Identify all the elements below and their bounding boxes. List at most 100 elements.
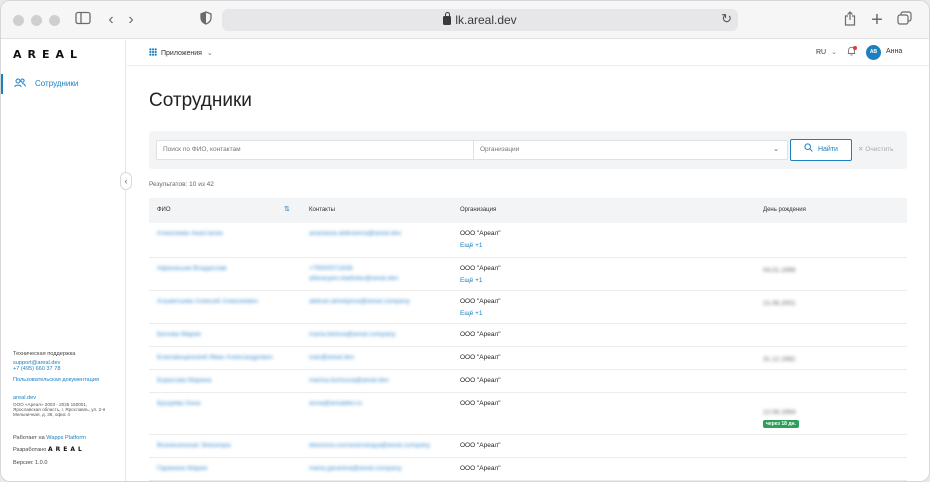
contact-link[interactable]: anna@arealdev.ru <box>309 400 362 408</box>
organization-name: ООО "Ареал" <box>460 377 501 384</box>
zoom-window-button[interactable] <box>49 15 60 26</box>
contact-link[interactable]: +79000071638 <box>309 265 353 273</box>
employee-name-link[interactable]: Алексеева Анастасия <box>157 230 223 238</box>
page-title: Сотрудники <box>149 90 252 111</box>
contact-link[interactable]: marina.borisova@areal.dev <box>309 377 389 385</box>
forward-icon[interactable]: › <box>125 11 137 29</box>
employee-name-link[interactable]: Благовещенский Иван Александрович <box>157 354 273 362</box>
find-button-label: Найти <box>817 146 838 153</box>
employee-name-link[interactable]: Афанасьев Владислав <box>157 265 226 273</box>
table-row[interactable]: Альметьева Алексей Алексеевич aleksei.alm… <box>149 291 907 324</box>
wapps-platform-link[interactable]: Wapps Platform <box>46 435 86 441</box>
back-icon[interactable]: ‹ <box>105 11 117 29</box>
contact-link[interactable]: ivan@areal.dev <box>309 354 354 362</box>
employee-name-link[interactable]: Гаранина Мария <box>157 465 207 473</box>
employee-name-link[interactable]: Белова Мария <box>157 331 201 339</box>
table-header: ФИО ⇅ Контакты Организация День рождения <box>149 198 907 223</box>
avatar[interactable]: АВ <box>866 45 881 60</box>
sidebar-item-employees[interactable]: Сотрудники <box>1 74 126 94</box>
contact-link[interactable]: afanasyev.vladislav@areal.dev <box>309 275 398 283</box>
language-selector[interactable]: RU ⌄ <box>816 48 837 56</box>
contact-link[interactable]: anastasia.alekseeva@areal.dev <box>309 230 401 238</box>
show-more-link[interactable]: Ещё +1 <box>460 310 483 318</box>
show-more-link[interactable]: Ещё +1 <box>460 277 483 285</box>
column-header-contacts: Контакты <box>309 207 335 213</box>
birthday-date: 21.06.2001 <box>763 300 796 307</box>
apps-menu-button[interactable]: Приложения ⌄ <box>149 48 213 57</box>
find-button[interactable]: Найти <box>790 139 852 161</box>
site-link[interactable]: areal.dev <box>13 395 36 401</box>
show-more-link[interactable]: Ещё +1 <box>460 242 483 250</box>
chevron-down-icon: ⌄ <box>206 50 213 57</box>
user-docs-link[interactable]: Пользовательская документация <box>13 377 99 383</box>
sidebar: AREAL Сотрудники Техническая поддержка s… <box>1 40 126 481</box>
clear-button[interactable]: ✕ Очистить <box>858 145 894 153</box>
language-label: RU <box>816 49 827 56</box>
table-row[interactable]: Бушуева Анна anna@arealdev.ru ООО "Ареал" 1… <box>149 393 907 435</box>
sidebar-collapse-button[interactable]: ‹ <box>120 172 132 190</box>
user-name[interactable]: Анна <box>886 48 902 55</box>
powered-by: Работает на Wapps Platform <box>13 435 86 441</box>
birthday-date: 04.01.1999 <box>763 267 796 274</box>
developed-by-label: Разработано <box>13 447 47 453</box>
tab-overview-icon[interactable] <box>896 11 912 29</box>
organization-placeholder: Организации <box>480 146 520 153</box>
birthday-date: 12.06.1994 <box>763 409 796 416</box>
version-text: Версия: 1.0.0 <box>13 460 48 466</box>
apps-menu-label: Приложения <box>161 50 202 57</box>
clear-button-label: Очистить <box>865 146 894 153</box>
sort-icon[interactable]: ⇅ <box>284 205 290 213</box>
search-input[interactable]: Поиск по ФИО, контактам <box>156 140 474 160</box>
main-content: Приложения ⌄ RU ⌄ АВ Анна Сотрудники Пои… <box>127 40 929 481</box>
notifications-bell-icon[interactable] <box>847 46 857 58</box>
table-row[interactable]: Борисова Марина marina.borisova@areal.dev… <box>149 370 907 393</box>
apps-grid-icon <box>149 48 157 56</box>
powered-by-prefix: Работает на <box>13 435 45 441</box>
table-row[interactable]: Афанасьев Владислав +79000071638 afanasyev… <box>149 258 907 291</box>
organization-select[interactable]: Организации ⌄ <box>474 140 788 160</box>
organization-name: ООО "Ареал" <box>460 465 501 472</box>
reload-icon[interactable]: ↻ <box>721 11 732 27</box>
developed-by: Разработано AREAL <box>13 446 85 453</box>
browser-toolbar: ‹ › lk.areal.dev ↻ + <box>1 1 929 39</box>
filters-panel: Поиск по ФИО, контактам Организации ⌄ На… <box>149 131 907 169</box>
employee-name-link[interactable]: Борисова Марина <box>157 377 211 385</box>
support-phone-link[interactable]: +7 (495) 660 37 78 <box>13 366 60 372</box>
lock-icon <box>443 12 452 25</box>
developer-logo: AREAL <box>47 446 85 453</box>
contact-link[interactable]: maria.belova@areal.company <box>309 331 395 339</box>
organization-name: ООО "Ареал" <box>460 442 501 449</box>
contact-link[interactable]: aleksei.almetyeva@areal.company <box>309 298 410 306</box>
areal-logo[interactable]: AREAL <box>13 48 83 61</box>
minimize-window-button[interactable] <box>31 15 42 26</box>
new-tab-icon[interactable]: + <box>869 10 885 30</box>
legal-line: Мельничная, д. 36, офис 4 <box>13 412 70 417</box>
birthday-badge: через 18 дн. <box>763 420 799 428</box>
browser-window: ‹ › lk.areal.dev ↻ + AREAL Сотрудники Те… <box>0 0 930 482</box>
contact-link[interactable]: eleonora.voznesenskaya@areal.company <box>309 442 430 450</box>
column-header-birthday: День рождения <box>763 207 806 213</box>
table-row[interactable]: Вознесенская Элеонора eleonora.voznesensk… <box>149 435 907 458</box>
table-row[interactable]: Гаранина Мария maria.garanina@areal.compa… <box>149 458 907 481</box>
share-icon[interactable] <box>843 11 857 29</box>
organization-name: ООО "Ареал" <box>460 400 501 407</box>
sidebar-toggle-icon[interactable] <box>75 11 91 29</box>
employee-name-link[interactable]: Вознесенская Элеонора <box>157 442 231 450</box>
privacy-shield-icon[interactable] <box>199 11 213 29</box>
column-header-name[interactable]: ФИО <box>157 207 171 213</box>
support-title: Техническая поддержка <box>13 351 76 357</box>
table-row[interactable]: Белова Мария maria.belova@areal.company ОО… <box>149 324 907 347</box>
close-window-button[interactable] <box>13 15 24 26</box>
contact-link[interactable]: maria.garanina@areal.company <box>309 465 402 473</box>
search-icon <box>804 143 818 153</box>
employee-name-link[interactable]: Бушуева Анна <box>157 400 200 408</box>
organization-name: ООО "Ареал" <box>460 354 501 361</box>
address-bar[interactable]: lk.areal.dev ↻ <box>222 9 738 31</box>
organization-name: ООО "Ареал" <box>460 230 501 237</box>
organization-name: ООО "Ареал" <box>460 265 501 272</box>
organization-name: ООО "Ареал" <box>460 298 501 305</box>
table-row[interactable]: Благовещенский Иван Александрович ivan@ar… <box>149 347 907 370</box>
table-row[interactable]: Алексеева Анастасия anastasia.alekseeva@a… <box>149 223 907 258</box>
chevron-down-icon: ⌄ <box>831 49 837 56</box>
employee-name-link[interactable]: Альметьева Алексей Алексеевич <box>157 298 258 306</box>
